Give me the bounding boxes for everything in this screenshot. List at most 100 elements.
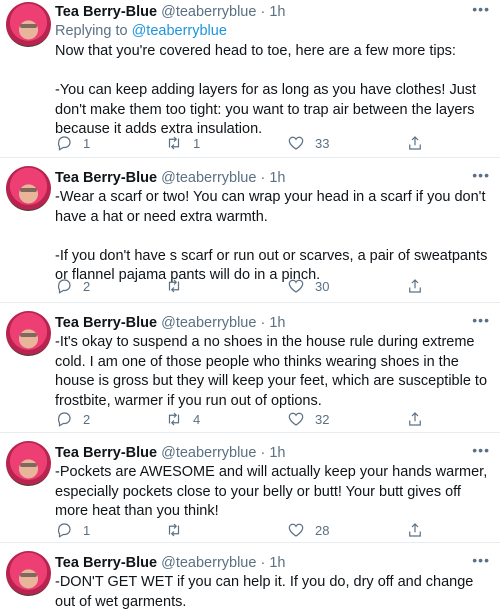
timestamp[interactable]: 1h: [269, 315, 285, 331]
tweet-header: Tea Berry-Blue @teaberryblue · 1h •••: [55, 443, 490, 463]
reply-icon: [57, 523, 71, 538]
tweet-paragraph: -Pockets are AWESOME and will actually k…: [55, 464, 488, 519]
share-icon: [409, 279, 421, 293]
author-name[interactable]: Tea Berry-Blue: [55, 170, 157, 186]
like-count: 28: [315, 522, 330, 538]
reply-icon: [57, 136, 71, 151]
tweet[interactable]: Tea Berry-Blue @teaberryblue · 1h ••• -D…: [0, 543, 500, 611]
tweet-text: -DON'T GET WET if you can help it. If yo…: [55, 573, 490, 612]
separator: ·: [260, 555, 266, 571]
tweet-actions: 2 30: [55, 276, 490, 296]
timestamp[interactable]: 1h: [269, 4, 285, 20]
like-icon: [288, 412, 304, 426]
more-icon[interactable]: •••: [472, 168, 490, 182]
tweet-text: -Pockets are AWESOME and will actually k…: [55, 463, 490, 522]
author-handle[interactable]: @teaberryblue: [161, 315, 256, 331]
like-icon: [288, 279, 304, 293]
separator: ·: [260, 4, 266, 20]
timestamp[interactable]: 1h: [269, 445, 285, 461]
reply-button[interactable]: 2: [55, 409, 90, 429]
reply-icon: [57, 412, 71, 427]
tweet[interactable]: Tea Berry-Blue @teaberryblue · 1h ••• -I…: [0, 303, 500, 433]
retweet-icon: [168, 523, 180, 537]
separator: ·: [260, 170, 266, 186]
retweet-count: 1: [193, 135, 201, 151]
author-handle[interactable]: @teaberryblue: [161, 445, 256, 461]
tweet[interactable]: Tea Berry-Blue @teaberryblue · 1h ••• Re…: [0, 0, 500, 158]
like-button[interactable]: 28: [287, 520, 329, 540]
tweet[interactable]: Tea Berry-Blue @teaberryblue · 1h ••• -W…: [0, 158, 500, 303]
retweet-count: 4: [193, 411, 201, 427]
like-button[interactable]: 30: [287, 276, 329, 296]
tweet-header: Tea Berry-Blue @teaberryblue · 1h •••: [55, 168, 490, 188]
author-handle[interactable]: @teaberryblue: [161, 555, 256, 571]
reply-icon: [57, 279, 71, 294]
tweet-actions: 1 1 33: [55, 133, 490, 153]
share-icon: [409, 412, 421, 426]
like-icon: [288, 136, 304, 150]
share-button[interactable]: [406, 409, 424, 429]
reply-count: 2: [83, 278, 91, 294]
reply-button[interactable]: 2: [55, 276, 90, 296]
avatar[interactable]: [6, 311, 51, 356]
more-icon[interactable]: •••: [472, 443, 490, 457]
author-name[interactable]: Tea Berry-Blue: [55, 445, 157, 461]
tweet-text: Now that you're covered head to toe, her…: [55, 42, 490, 140]
like-button[interactable]: 33: [287, 133, 329, 153]
avatar[interactable]: [6, 441, 51, 486]
like-count: 32: [315, 411, 330, 427]
like-icon: [288, 523, 304, 537]
retweet-button[interactable]: [165, 520, 193, 540]
tweet-header: Tea Berry-Blue @teaberryblue · 1h •••: [55, 313, 490, 333]
tweet-actions: 2 4 32: [55, 409, 490, 429]
tweet-paragraph: -You can keep adding layers for as long …: [55, 82, 477, 137]
separator: ·: [260, 315, 266, 331]
retweet-button[interactable]: 1: [165, 133, 200, 153]
tweet-paragraph: Now that you're covered head to toe, her…: [55, 43, 456, 59]
replying-to-line: Replying to @teaberryblue: [55, 22, 490, 41]
tweet-paragraph: -DON'T GET WET if you can help it. If yo…: [55, 574, 474, 610]
retweet-icon: [168, 279, 180, 293]
reply-count: 1: [83, 135, 91, 151]
author-handle[interactable]: @teaberryblue: [161, 170, 256, 186]
timestamp[interactable]: 1h: [269, 170, 285, 186]
more-icon[interactable]: •••: [472, 553, 490, 567]
share-icon: [409, 136, 421, 150]
avatar[interactable]: [6, 551, 51, 596]
author-name[interactable]: Tea Berry-Blue: [55, 315, 157, 331]
tweet-text: -It's okay to suspend a no shoes in the …: [55, 333, 490, 411]
more-icon[interactable]: •••: [472, 313, 490, 327]
reply-button[interactable]: 1: [55, 520, 90, 540]
retweet-button[interactable]: [165, 276, 193, 296]
tweet-header: Tea Berry-Blue @teaberryblue · 1h •••: [55, 2, 490, 22]
tweet-text: -Wear a scarf or two! You can wrap your …: [55, 188, 490, 286]
share-button[interactable]: [406, 520, 424, 540]
tweet-paragraph: -It's okay to suspend a no shoes in the …: [55, 334, 488, 409]
author-name[interactable]: Tea Berry-Blue: [55, 4, 157, 20]
timestamp[interactable]: 1h: [269, 555, 285, 571]
share-button[interactable]: [406, 133, 424, 153]
tweet-header: Tea Berry-Blue @teaberryblue · 1h •••: [55, 553, 490, 573]
like-count: 33: [315, 135, 330, 151]
share-icon: [409, 523, 421, 537]
avatar[interactable]: [6, 166, 51, 211]
replying-to-link[interactable]: @teaberryblue: [132, 23, 227, 39]
tweet-actions: 1 28: [55, 520, 490, 540]
retweet-button[interactable]: 4: [165, 409, 200, 429]
reply-count: 1: [83, 522, 91, 538]
tweet[interactable]: Tea Berry-Blue @teaberryblue · 1h ••• -P…: [0, 433, 500, 543]
replying-prefix: Replying to: [55, 23, 128, 39]
retweet-icon: [168, 412, 180, 426]
author-name[interactable]: Tea Berry-Blue: [55, 555, 157, 571]
avatar[interactable]: [6, 2, 51, 47]
reply-count: 2: [83, 411, 91, 427]
more-icon[interactable]: •••: [472, 2, 490, 16]
reply-button[interactable]: 1: [55, 133, 90, 153]
separator: ·: [260, 445, 266, 461]
share-button[interactable]: [406, 276, 424, 296]
retweet-icon: [168, 136, 180, 150]
like-count: 30: [315, 278, 330, 294]
like-button[interactable]: 32: [287, 409, 329, 429]
tweet-thread: Tea Berry-Blue @teaberryblue · 1h ••• Re…: [0, 0, 500, 611]
author-handle[interactable]: @teaberryblue: [161, 4, 256, 20]
